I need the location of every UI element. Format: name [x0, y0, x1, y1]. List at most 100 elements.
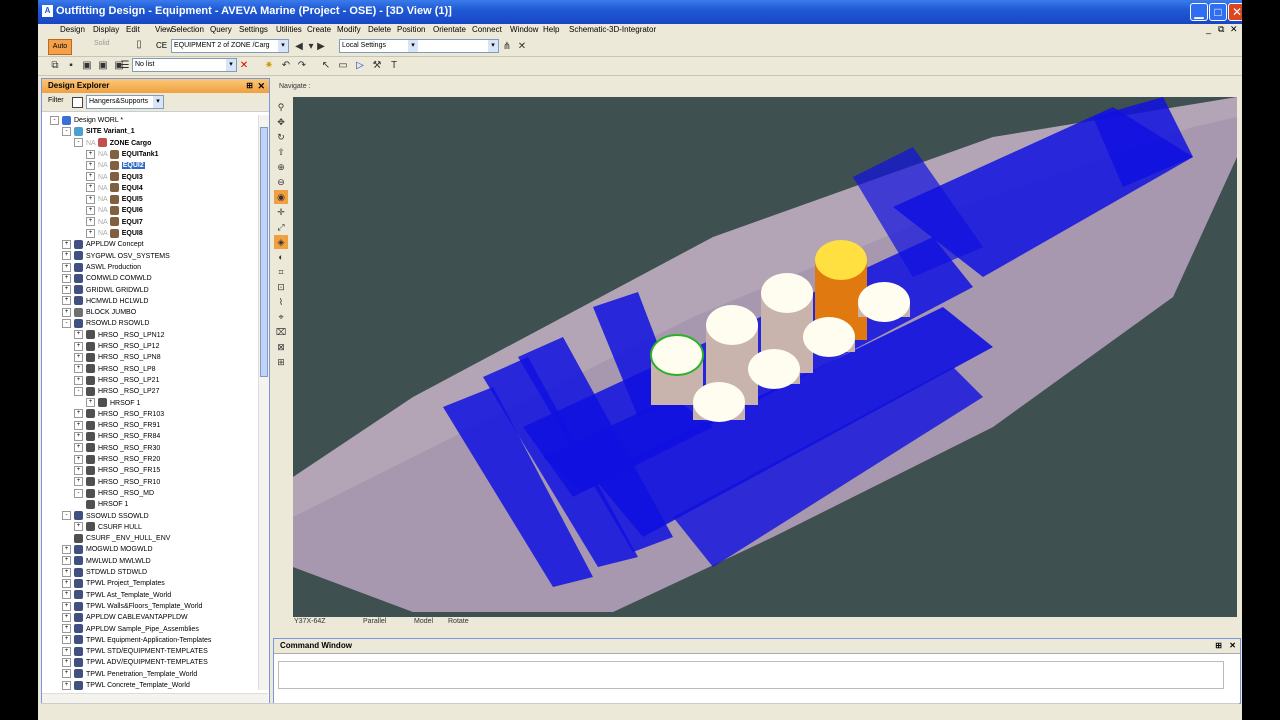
tree-node[interactable]: + GRIDWL GRIDWLD [62, 285, 149, 296]
tree-node[interactable]: + TPWL STD/EQUIPMENT-TEMPLATES [62, 646, 208, 657]
tank[interactable] [748, 349, 800, 389]
menu-item-design[interactable]: Design [60, 25, 85, 34]
sparkle-icon[interactable]: ✷ [262, 59, 276, 73]
tree-node[interactable]: + TPWL Ast_Template_World [62, 590, 171, 601]
minimize-button[interactable]: ▁ [1190, 3, 1208, 21]
expand-icon[interactable]: + [74, 454, 83, 464]
tree-node[interactable]: + HRSO _RSO_FR20 [74, 454, 160, 465]
play-icon[interactable]: ▷ [353, 59, 367, 73]
tree-node[interactable]: + HRSO _RSO_LP8 [74, 364, 156, 375]
chevron-down-icon[interactable]: ▾ [226, 59, 236, 71]
tree-node[interactable]: + HRSO _RSO_LPN12 [74, 330, 165, 341]
expand-icon[interactable]: + [74, 330, 83, 340]
expand-icon[interactable]: + [86, 160, 95, 170]
rotate-icon[interactable]: ↻ [274, 130, 288, 144]
tree-node[interactable]: + TPWL Penetration_Template_World [62, 669, 197, 680]
tree-node[interactable]: + TPWL Concrete_Template_World [62, 680, 190, 690]
tree-node[interactable]: + HRSO _RSO_FR30 [74, 443, 160, 454]
expand-icon[interactable]: + [62, 262, 71, 272]
expand-icon[interactable]: + [74, 375, 83, 385]
expand-icon[interactable]: + [62, 624, 71, 634]
tree-node[interactable]: + HRSO _RSO_FR91 [74, 420, 160, 431]
tree-node[interactable]: - SSOWLD SSOWLD [62, 511, 149, 522]
expand-icon[interactable]: + [62, 658, 71, 668]
pan-icon[interactable]: ✥ [274, 115, 288, 129]
expand-icon[interactable]: + [86, 149, 95, 159]
copy-icon[interactable]: ⧉ [48, 59, 62, 73]
collapse-icon[interactable]: - [74, 138, 83, 148]
zoom-in-icon[interactable]: ⊕ [274, 160, 288, 174]
move-icon[interactable]: ✛ [274, 205, 288, 219]
filter-combo[interactable]: Hangers&Supports ▾ [86, 95, 164, 109]
menu-item-delete[interactable]: Delete [368, 25, 391, 34]
tree-node[interactable]: + COMWLD COMWLD [62, 273, 152, 284]
expand-icon[interactable]: + [62, 251, 71, 261]
expand-icon[interactable]: + [62, 646, 71, 656]
mdi-restore-button[interactable]: ⧉ [1218, 24, 1224, 35]
tree-node[interactable]: CSURF _ENV_HULL_ENV [74, 533, 170, 544]
label-icon[interactable]: ⌧ [274, 325, 288, 339]
expand-icon[interactable]: + [62, 307, 71, 317]
pointer-icon[interactable]: ↖ [319, 59, 333, 73]
expand-icon[interactable]: + [74, 341, 83, 351]
expand-icon[interactable]: + [74, 352, 83, 362]
window-icon[interactable]: ▣ [80, 59, 94, 73]
menu-item-connect[interactable]: Connect [472, 25, 502, 34]
expand-icon[interactable]: + [62, 669, 71, 679]
mdi-close-button[interactable]: ✕ [1230, 24, 1238, 35]
select-box-icon[interactable]: ▭ [336, 59, 350, 73]
menu-item-help[interactable]: Help [543, 25, 559, 34]
delete-icon[interactable]: ✕ [237, 59, 251, 73]
collapse-icon[interactable]: - [74, 386, 83, 396]
tree-node[interactable]: + NA EQUI6 [86, 205, 143, 216]
local-settings-combo[interactable]: Local Settings ▾ ▾ [339, 39, 499, 53]
command-input[interactable] [278, 661, 1224, 689]
tree-node[interactable]: - HRSO _RSO_LP27 [74, 386, 159, 397]
clip-icon[interactable]: ⌗ [274, 265, 288, 279]
expand-icon[interactable]: + [62, 239, 71, 249]
tree-node[interactable]: + APPLDW Concept [62, 239, 144, 250]
section-icon[interactable]: ⊡ [274, 280, 288, 294]
expand-icon[interactable]: + [62, 567, 71, 577]
tree-node[interactable]: + HRSO _RSO_FR103 [74, 409, 164, 420]
tree-node[interactable]: + MWLWLD MWLWLD [62, 556, 151, 567]
tree-node[interactable]: - HRSO _RSO_MD [74, 488, 154, 499]
list-combo[interactable]: No list ▾ [132, 58, 237, 72]
tank[interactable] [858, 282, 910, 322]
expand-icon[interactable]: + [86, 206, 95, 216]
tree-node[interactable]: + HRSO _RSO_FR10 [74, 477, 160, 488]
redo-icon[interactable]: ↷ [295, 59, 309, 73]
measure-icon[interactable]: ⌇ [274, 295, 288, 309]
menu-item-position[interactable]: Position [397, 25, 425, 34]
close-button[interactable]: ✕ [1228, 3, 1242, 21]
tree-node[interactable]: + APPLDW Sample_Pipe_Assemblies [62, 624, 199, 635]
undo-icon[interactable]: ↶ [279, 59, 293, 73]
close-icon[interactable]: ✕ [257, 79, 265, 93]
tree-node[interactable]: + HRSOF 1 [86, 398, 140, 409]
zoom-icon[interactable]: ⚲ [274, 100, 288, 114]
expand-icon[interactable]: + [62, 545, 71, 555]
list-icon[interactable]: ☰ [118, 59, 132, 73]
expand-icon[interactable]: + [62, 285, 71, 295]
tree-node[interactable]: + HRSO _RSO_FR84 [74, 431, 160, 442]
expand-icon[interactable]: + [74, 477, 83, 487]
grid-icon[interactable]: ⊞ [274, 355, 288, 369]
tank[interactable] [693, 382, 745, 422]
expand-icon[interactable]: + [62, 601, 71, 611]
expand-icon[interactable]: + [74, 443, 83, 453]
close-icon[interactable]: ✕ [1229, 639, 1236, 653]
menu-item-schematic-3d-integrator[interactable]: Schematic-3D-Integrator [569, 25, 656, 34]
expand-icon[interactable]: + [86, 217, 95, 227]
collapse-icon[interactable]: - [50, 115, 59, 125]
clear-icon[interactable]: ✕ [515, 40, 529, 54]
menu-item-settings[interactable]: Settings [239, 25, 268, 34]
limits-icon[interactable]: ◈ [274, 235, 288, 249]
expand-icon[interactable]: + [86, 194, 95, 204]
tree-node[interactable]: + NA EQUI8 [86, 228, 143, 239]
tree-node[interactable]: + NA EQUITank1 [86, 149, 159, 160]
save-icon[interactable]: ▪ [64, 59, 78, 73]
menu-item-window[interactable]: Window [510, 25, 538, 34]
auto-button[interactable]: Auto [48, 39, 72, 55]
tree-node[interactable]: + TPWL ADV/EQUIPMENT-TEMPLATES [62, 657, 208, 668]
tool-icon[interactable]: ⚒ [370, 59, 384, 73]
